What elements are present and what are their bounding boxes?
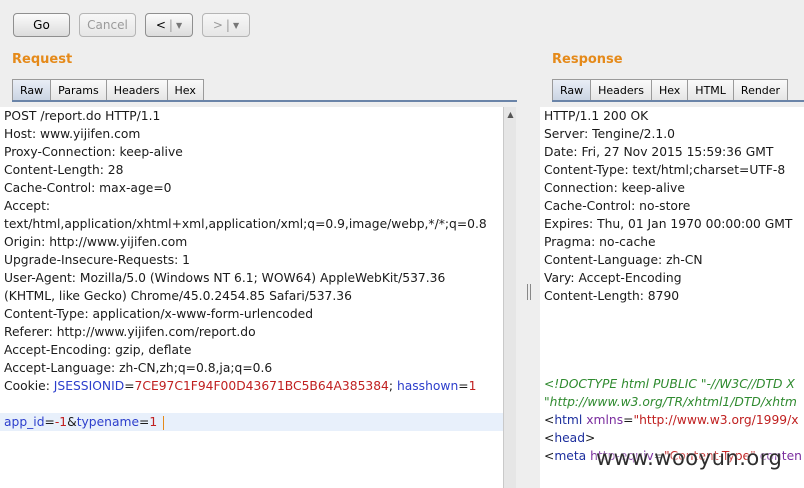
request-line: text/html,application/xhtml+xml,applicat… [4, 217, 487, 231]
cookie-name: JSESSIONID [53, 379, 125, 393]
response-line: Pragma: no-cache [544, 235, 656, 249]
request-line: Proxy-Connection: keep-alive [4, 145, 183, 159]
tab-raw[interactable]: Raw [552, 79, 592, 101]
response-editor[interactable]: HTTP/1.1 200 OK Server: Tengine/2.1.0 Da… [540, 107, 804, 488]
text-cursor [163, 415, 165, 430]
param-name: app_id [4, 415, 45, 429]
response-title: Response [552, 52, 623, 67]
back-button[interactable]: < | ▼ [145, 13, 193, 37]
param-value: 1 [149, 415, 158, 429]
request-line: (KHTML, like Gecko) Chrome/45.0.2454.85 … [4, 289, 352, 303]
cookie-value: 1 [468, 379, 477, 393]
request-line: Referer: http://www.yijifen.com/report.d… [4, 325, 256, 339]
response-line: Expires: Thu, 01 Jan 1970 00:00:00 GMT [544, 217, 793, 231]
pane-splitter-handle[interactable] [527, 284, 531, 300]
response-line: Content-Length: 8790 [544, 289, 680, 303]
request-line: Content-Type: application/x-www-form-url… [4, 307, 314, 321]
toolbar: Go Cancel < | ▼ > | ▼ [0, 0, 804, 50]
response-line: Content-Language: zh-CN [544, 253, 703, 267]
response-tabs: Raw Headers Hex HTML Render [552, 79, 789, 101]
request-line: Host: www.yijifen.com [4, 127, 141, 141]
response-line: Content-Type: text/html;charset=UTF-8 [544, 163, 786, 177]
param-value: -1 [54, 415, 68, 429]
go-button[interactable]: Go [13, 13, 70, 37]
tab-headers[interactable]: Headers [591, 79, 652, 101]
response-line: Server: Tengine/2.1.0 [544, 127, 675, 141]
request-body-line[interactable]: app_id=-1&typename=1 [0, 413, 503, 431]
watermark: www.wooyun.org [596, 446, 783, 470]
head-tag-line: <head> [544, 431, 596, 445]
tab-hex[interactable]: Hex [651, 79, 689, 101]
tab-hex[interactable]: Hex [167, 79, 204, 101]
cookie-name: hasshown [396, 379, 459, 393]
request-scrollbar[interactable]: ▲ [503, 107, 516, 488]
request-tab-underline [12, 100, 517, 102]
forward-button[interactable]: > | ▼ [202, 13, 250, 37]
tab-headers[interactable]: Headers [106, 79, 168, 101]
response-line: Vary: Accept-Encoding [544, 271, 682, 285]
response-tab-underline [552, 100, 804, 102]
tab-render[interactable]: Render [733, 79, 789, 101]
request-line: User-Agent: Mozilla/5.0 (Windows NT 6.1;… [4, 271, 446, 285]
html-tag-line: <html xmlns="http://www.w3.org/1999/x [544, 413, 799, 427]
request-line: Accept-Language: zh-CN,zh;q=0.8,ja;q=0.6 [4, 361, 273, 375]
forward-arrow-icon: > [212, 18, 223, 32]
dropdown-icon: ▼ [175, 20, 183, 30]
doctype-line: "http://www.w3.org/TR/xhtml1/DTD/xhtm [544, 395, 797, 409]
request-line: Accept: [4, 199, 51, 213]
request-line: Accept-Encoding: gzip, deflate [4, 343, 192, 357]
response-line: Connection: keep-alive [544, 181, 685, 195]
request-line: Content-Length: 28 [4, 163, 124, 177]
tab-params[interactable]: Params [51, 79, 107, 101]
request-line: Origin: http://www.yijifen.com [4, 235, 188, 249]
cookie-line: Cookie: JSESSIONID=7CE97C1F94F00D43671BC… [4, 379, 477, 393]
response-line: HTTP/1.1 200 OK [544, 109, 649, 123]
request-line: POST /report.do HTTP/1.1 [4, 109, 161, 123]
separator: | [168, 18, 173, 32]
doctype-line: <!DOCTYPE html PUBLIC "-//W3C//DTD X [544, 377, 795, 391]
cookie-value: 7CE97C1F94F00D43671BC5B64A385384 [134, 379, 389, 393]
request-line: Upgrade-Insecure-Requests: 1 [4, 253, 190, 267]
tab-html[interactable]: HTML [688, 79, 734, 101]
param-name: typename [76, 415, 140, 429]
response-line: Cache-Control: no-store [544, 199, 691, 213]
cancel-button[interactable]: Cancel [79, 13, 136, 37]
request-editor[interactable]: POST /report.do HTTP/1.1 Host: www.yijif… [0, 107, 503, 488]
tab-raw[interactable]: Raw [12, 79, 52, 101]
back-arrow-icon: < [155, 18, 166, 32]
scroll-up-icon[interactable]: ▲ [504, 107, 517, 121]
separator: | [225, 18, 230, 32]
request-title: Request [12, 52, 73, 67]
request-tabs: Raw Params Headers Hex [12, 79, 204, 101]
request-line: Cache-Control: max-age=0 [4, 181, 172, 195]
response-line: Date: Fri, 27 Nov 2015 15:59:36 GMT [544, 145, 774, 159]
dropdown-icon: ▼ [232, 20, 240, 30]
